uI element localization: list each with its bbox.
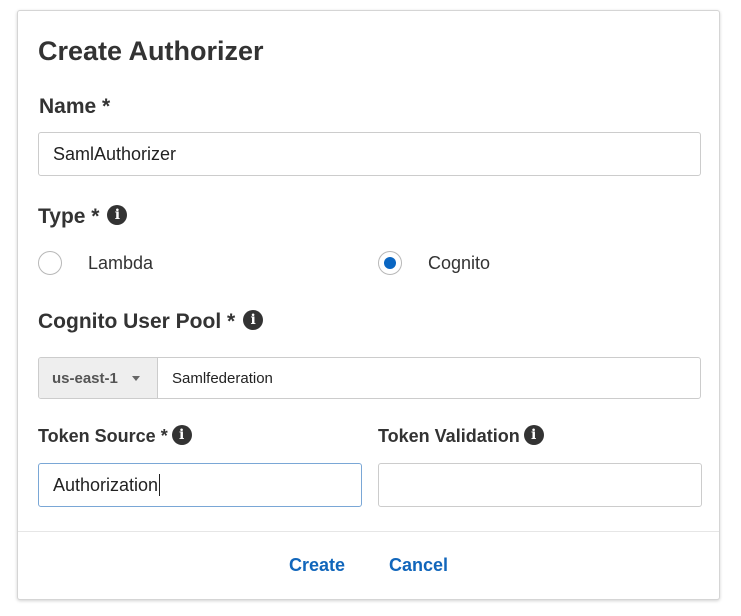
cancel-button[interactable]: Cancel — [389, 555, 448, 576]
type-label: Type * — [38, 205, 100, 228]
token-source-value: Authorization — [53, 475, 159, 495]
text-cursor — [159, 474, 161, 497]
type-info-icon[interactable]: i — [107, 205, 128, 226]
name-label: Name * — [39, 95, 111, 118]
radio-cognito[interactable] — [378, 251, 402, 275]
user-pool-value: Samlfederation — [172, 369, 273, 387]
token-source-input[interactable]: Authorization — [38, 463, 362, 507]
caret-down-icon — [131, 375, 140, 381]
region-select[interactable]: us-east-1 — [39, 358, 158, 398]
radio-option-lambda[interactable]: Lambda — [38, 251, 153, 275]
user-pool-label-row: Cognito User Pool * i — [38, 309, 264, 335]
token-source-label: Token Source * — [38, 426, 168, 446]
create-button[interactable]: Create — [289, 555, 345, 576]
radio-option-cognito[interactable]: Cognito — [378, 251, 490, 275]
token-source-info-icon[interactable]: i — [171, 425, 192, 446]
region-value: us-east-1 — [52, 369, 118, 387]
user-pool-input[interactable]: Samlfederation — [158, 358, 700, 398]
token-validation-label-row: Token Validation i — [378, 424, 544, 448]
create-authorizer-panel: Create Authorizer Name * SamlAuthorizer … — [17, 10, 720, 600]
user-pool-input-group: us-east-1 Samlfederation — [38, 357, 701, 399]
token-validation-input[interactable] — [378, 463, 702, 507]
token-validation-info-icon[interactable]: i — [523, 425, 544, 446]
name-input[interactable]: SamlAuthorizer — [38, 132, 701, 176]
dialog-title: Create Authorizer — [38, 36, 264, 66]
radio-lambda[interactable] — [38, 251, 62, 275]
radio-cognito-label: Cognito — [428, 252, 491, 273]
user-pool-info-icon[interactable]: i — [243, 310, 264, 331]
footer-divider — [18, 531, 719, 532]
user-pool-label: Cognito User Pool * — [38, 310, 236, 333]
token-validation-label: Token Validation — [378, 426, 520, 446]
token-source-label-row: Token Source * i — [38, 424, 192, 448]
radio-lambda-label: Lambda — [88, 252, 154, 273]
type-label-row: Type * i — [38, 204, 128, 230]
